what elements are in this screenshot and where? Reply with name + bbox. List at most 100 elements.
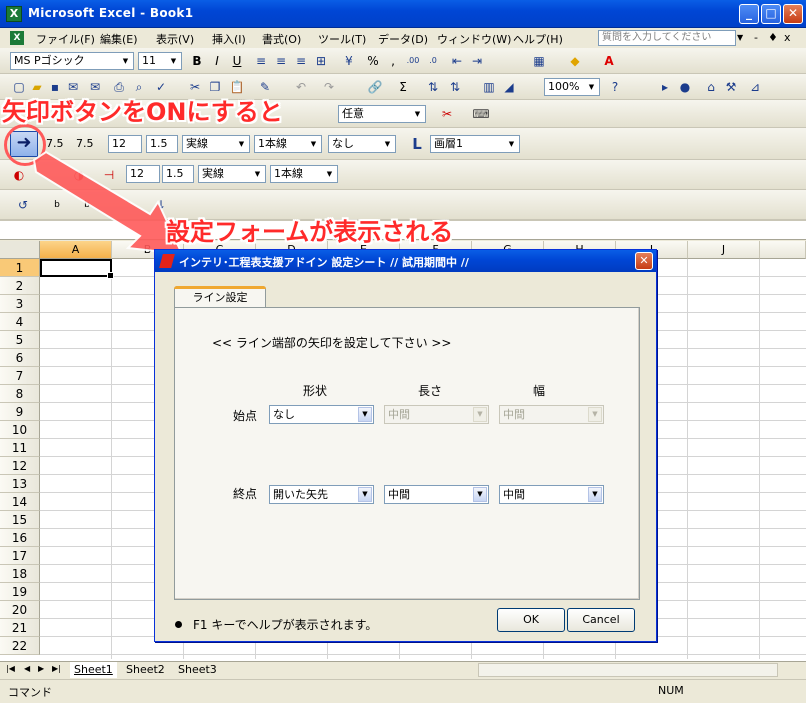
- keyboard-icon[interactable]: ⌨: [472, 105, 490, 123]
- row-header[interactable]: 18: [0, 565, 40, 583]
- font-size-select[interactable]: 11 ▼: [138, 52, 182, 70]
- currency-icon[interactable]: ¥: [340, 52, 358, 70]
- addin-home-icon[interactable]: ⌂: [702, 78, 720, 96]
- column-header-partial[interactable]: [760, 241, 806, 259]
- font-color-icon[interactable]: A: [600, 52, 618, 70]
- layer-icon[interactable]: L: [408, 135, 426, 153]
- row-header[interactable]: 19: [0, 583, 40, 601]
- menu-edit[interactable]: 編集(E): [100, 31, 138, 47]
- line-style-select-2[interactable]: 実線 ▼: [198, 165, 266, 183]
- row-header[interactable]: 20: [0, 601, 40, 619]
- row-header[interactable]: 22: [0, 637, 40, 655]
- align-right-icon[interactable]: ≡: [292, 52, 310, 70]
- tools-icon[interactable]: ⚒: [722, 78, 740, 96]
- decrease-indent-icon[interactable]: ⇤: [448, 52, 466, 70]
- horizontal-scrollbar[interactable]: [478, 663, 778, 677]
- chevron-down-icon[interactable]: ▼: [737, 33, 743, 42]
- dialog-close-button[interactable]: ✕: [635, 252, 653, 270]
- row-header[interactable]: 6: [0, 349, 40, 367]
- maximize-button[interactable]: □: [761, 4, 781, 24]
- tab-line-settings[interactable]: ライン設定: [174, 286, 266, 308]
- align-center-icon[interactable]: ≡: [272, 52, 290, 70]
- column-header-j[interactable]: J: [688, 241, 760, 259]
- prev-sheet-icon[interactable]: ◀: [24, 664, 30, 673]
- sort-descending-icon[interactable]: ⇅: [446, 78, 464, 96]
- line-count-select[interactable]: 1本線 ▼: [254, 135, 322, 153]
- row-header[interactable]: 7: [0, 367, 40, 385]
- help-search-input[interactable]: 質問を入力してください: [598, 30, 736, 46]
- drawing-icon[interactable]: ◢: [500, 78, 518, 96]
- row-header[interactable]: 21: [0, 619, 40, 637]
- row-header[interactable]: 1: [0, 259, 40, 277]
- record-icon[interactable]: ●: [676, 78, 694, 96]
- workbook-icon[interactable]: X: [10, 31, 24, 45]
- doc-restore-button[interactable]: ♦: [768, 31, 778, 44]
- dialog-title-bar[interactable]: インテリ･工程表支援アドイン 設定シート // 試用期間中 // ✕: [155, 250, 656, 272]
- row-header[interactable]: 9: [0, 403, 40, 421]
- menu-file[interactable]: ファイル(F): [36, 31, 95, 47]
- next-sheet-icon[interactable]: ▶: [38, 664, 44, 673]
- sheet-tab-2[interactable]: Sheet2: [122, 662, 169, 678]
- layer-select[interactable]: 画層1 ▼: [430, 135, 520, 153]
- row-header[interactable]: 16: [0, 529, 40, 547]
- style-select[interactable]: 任意 ▼: [338, 105, 426, 123]
- end-length-select[interactable]: 中間 ▼: [384, 485, 489, 504]
- row-header[interactable]: 2: [0, 277, 40, 295]
- end-width-select[interactable]: 中間 ▼: [499, 485, 604, 504]
- close-button[interactable]: ✕: [783, 4, 803, 24]
- menu-insert[interactable]: 挿入(I): [212, 31, 246, 47]
- menu-window[interactable]: ウィンドウ(W): [437, 31, 511, 47]
- menu-data[interactable]: データ(D): [378, 31, 428, 47]
- autosum-icon[interactable]: Σ: [394, 78, 412, 96]
- row-header[interactable]: 8: [0, 385, 40, 403]
- last-sheet-icon[interactable]: ▶|: [52, 664, 61, 673]
- doc-close-button[interactable]: x: [784, 31, 791, 44]
- play-icon[interactable]: ▸: [656, 78, 674, 96]
- row-header[interactable]: 14: [0, 493, 40, 511]
- doc-minimize-button[interactable]: -: [754, 31, 758, 44]
- increase-indent-icon[interactable]: ⇥: [468, 52, 486, 70]
- merge-center-icon[interactable]: ⊞: [312, 52, 330, 70]
- font-name-select[interactable]: MS Pゴシック ▼: [10, 52, 134, 70]
- menu-tools[interactable]: ツール(T): [318, 31, 366, 47]
- fill-select[interactable]: なし ▼: [328, 135, 396, 153]
- fill-color-icon[interactable]: ◆: [566, 52, 584, 70]
- sheet-tab-1[interactable]: Sheet1: [70, 662, 117, 678]
- active-cell[interactable]: [40, 259, 114, 279]
- decrease-decimal-icon[interactable]: .0: [424, 52, 442, 70]
- percent-icon[interactable]: %: [364, 52, 382, 70]
- menu-help[interactable]: ヘルプ(H): [513, 31, 563, 47]
- circle-tool-icon[interactable]: ◐: [10, 166, 28, 184]
- bold-icon[interactable]: B: [188, 52, 206, 70]
- increase-decimal-icon[interactable]: .00: [404, 52, 422, 70]
- row-header[interactable]: 5: [0, 331, 40, 349]
- row-header[interactable]: 3: [0, 295, 40, 313]
- comma-icon[interactable]: ,: [384, 52, 402, 70]
- ok-button[interactable]: OK: [497, 608, 565, 632]
- underline-icon[interactable]: U: [228, 52, 246, 70]
- sheet-tab-3[interactable]: Sheet3: [174, 662, 221, 678]
- row-header[interactable]: 10: [0, 421, 40, 439]
- help-icon[interactable]: ?: [606, 78, 624, 96]
- minimize-button[interactable]: _: [739, 4, 759, 24]
- excel-icon[interactable]: X: [6, 6, 22, 22]
- italic-icon[interactable]: I: [208, 52, 226, 70]
- chart-wizard-icon[interactable]: ▥: [480, 78, 498, 96]
- arrow-width-value[interactable]: 7.5: [76, 137, 94, 150]
- row-header[interactable]: 11: [0, 439, 40, 457]
- start-shape-select[interactable]: なし ▼: [269, 405, 374, 424]
- hyperlink-icon[interactable]: 🔗: [366, 78, 384, 96]
- borders-icon[interactable]: ▦: [530, 52, 548, 70]
- redo-icon[interactable]: ↷: [320, 78, 338, 96]
- first-sheet-icon[interactable]: |◀: [6, 664, 15, 673]
- addin-chart-icon[interactable]: ⊿: [746, 78, 764, 96]
- undo-icon[interactable]: ↶: [292, 78, 310, 96]
- row-header[interactable]: 17: [0, 547, 40, 565]
- sort-ascending-icon[interactable]: ⇅: [424, 78, 442, 96]
- line-count-select-2[interactable]: 1本線 ▼: [270, 165, 338, 183]
- cancel-button[interactable]: Cancel: [567, 608, 635, 632]
- menu-format[interactable]: 書式(O): [262, 31, 301, 47]
- zoom-select[interactable]: 100% ▼: [544, 78, 600, 96]
- row-header[interactable]: 12: [0, 457, 40, 475]
- arrow-length-value[interactable]: 7.5: [46, 137, 64, 150]
